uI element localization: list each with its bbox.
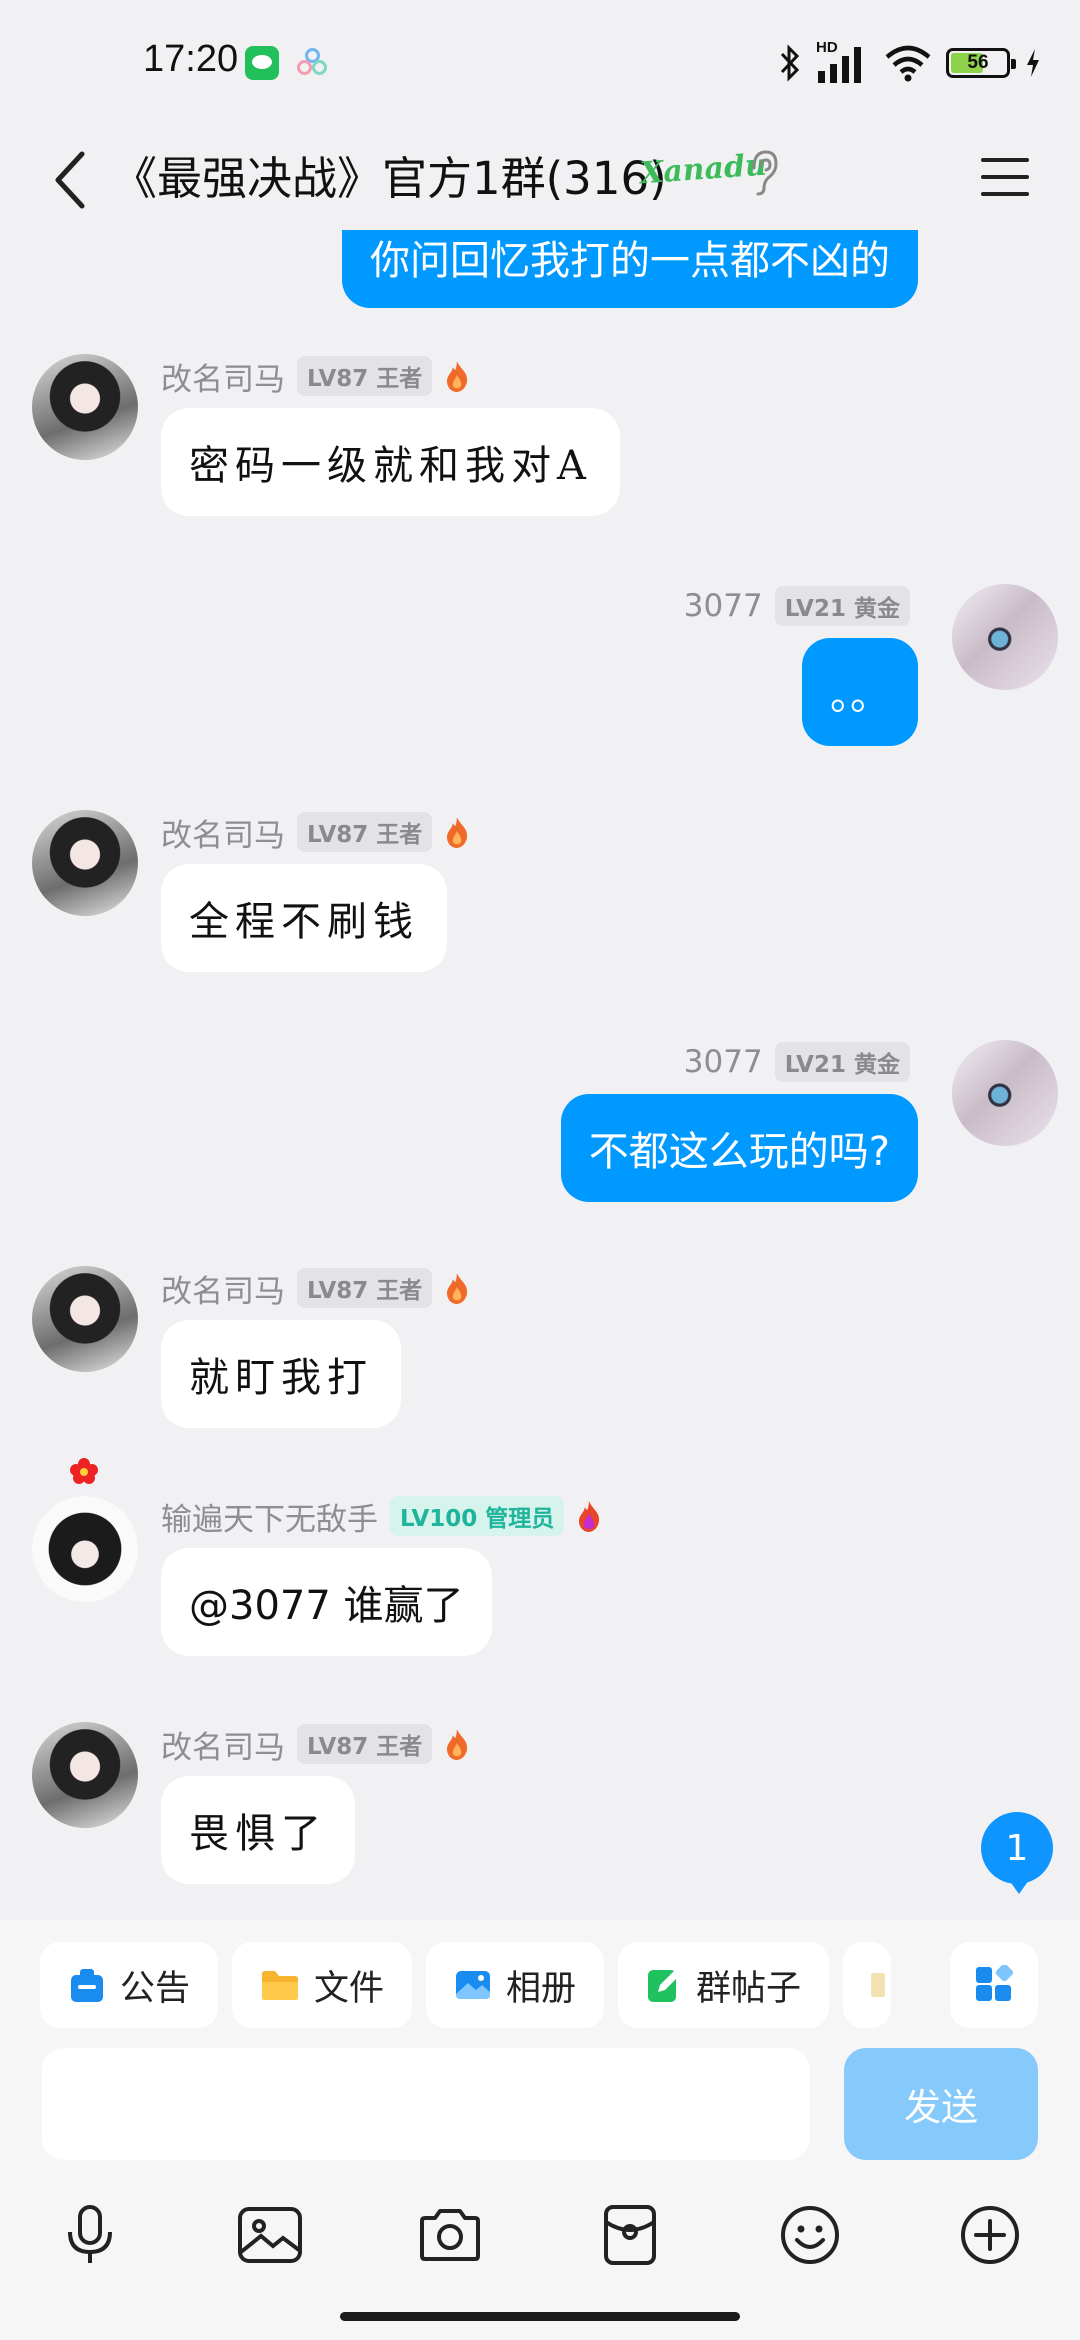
message-input[interactable] [42, 2048, 810, 2160]
image-icon [238, 2207, 302, 2263]
level-badge: LV21 黄金 [774, 1042, 910, 1082]
send-button[interactable]: 发送 [844, 2048, 1038, 2160]
chevron-left-icon [55, 151, 85, 209]
flame-icon [579, 1501, 600, 1532]
message-list[interactable]: 你问回忆我打的一点都不凶的 改名司马 LV87 王者 密码一级就和我对A 307… [0, 230, 1080, 1920]
avatar[interactable] [32, 354, 138, 460]
composer-panel: 公告 文件 相册 群帖子 发送 [0, 1920, 1080, 2340]
voice-button[interactable] [45, 2190, 135, 2280]
sender-line: 改名司马 LV87 王者 [161, 354, 470, 399]
level-badge: LV87 王者 [297, 812, 433, 852]
app-notification-icon [296, 46, 330, 80]
sender-name[interactable]: 改名司马 [161, 1266, 285, 1311]
input-toolbar [0, 2190, 1080, 2280]
message-bubble[interactable]: @3077 谁赢了 [161, 1548, 492, 1656]
back-button[interactable] [30, 138, 110, 222]
apps-grid-icon [976, 1965, 1014, 2001]
message-bubble[interactable]: 就盯我打 [161, 1320, 401, 1428]
emoji-button[interactable] [765, 2190, 855, 2280]
sender-name[interactable]: 改名司马 [161, 810, 285, 855]
announcement-icon [71, 1969, 103, 2002]
group-posts-button[interactable]: 群帖子 [618, 1942, 830, 2028]
more-button[interactable] [945, 2190, 1035, 2280]
microphone-icon [68, 2205, 112, 2263]
camera-icon [420, 2209, 480, 2261]
level-badge: LV87 王者 [297, 1268, 433, 1308]
emoji-icon [781, 2206, 839, 2264]
sender-line: 输遍天下无敌手 LV100 管理员 [161, 1494, 602, 1539]
avatar[interactable] [32, 1722, 138, 1828]
message-bubble[interactable]: 全程不刷钱 [161, 864, 447, 972]
battery-icon: 56 [946, 48, 1016, 78]
wifi-icon [885, 45, 931, 82]
wechat-notification-icon [245, 46, 279, 80]
level-badge: LV87 王者 [297, 1724, 433, 1764]
avatar[interactable] [32, 1266, 138, 1372]
charging-icon [1027, 49, 1039, 77]
avatar[interactable] [952, 1040, 1058, 1146]
flame-icon [447, 1729, 468, 1760]
sender-name[interactable]: 改名司马 [161, 1722, 285, 1767]
menu-button[interactable] [975, 142, 1035, 212]
message-bubble[interactable]: 。。 [802, 638, 918, 746]
announcement-button[interactable]: 公告 [40, 1942, 219, 2028]
message-bubble[interactable]: 密码一级就和我对A [161, 408, 620, 516]
folder-icon [262, 1971, 299, 2000]
flame-icon [447, 1273, 468, 1304]
sender-name[interactable]: 输遍天下无敌手 [161, 1494, 378, 1539]
avatar[interactable] [32, 810, 138, 916]
image-button[interactable] [225, 2190, 315, 2280]
plus-icon [961, 2206, 1019, 2264]
home-indicator[interactable] [340, 2312, 740, 2321]
flame-icon [447, 817, 468, 848]
sender-name[interactable]: 3077 [684, 588, 763, 624]
red-packet-icon [604, 2205, 656, 2265]
flame-icon [447, 361, 468, 392]
shortcut-label: 文件 [314, 1968, 385, 2009]
post-icon [648, 1970, 680, 2002]
status-time: 17:20 [143, 38, 239, 80]
album-button[interactable]: 相册 [426, 1942, 605, 2028]
sender-name[interactable]: 改名司马 [161, 354, 285, 399]
sender-line: 改名司马 LV87 王者 [161, 810, 470, 855]
ear-mode-icon[interactable] [748, 148, 780, 198]
apps-button[interactable] [950, 1942, 1038, 2028]
avatar[interactable] [32, 1496, 138, 1602]
sender-name[interactable]: 3077 [684, 1044, 763, 1080]
level-badge: LV21 黄金 [774, 586, 910, 626]
group-title[interactable]: 《最强决战》官方1群(316) [112, 142, 667, 207]
shortcut-label: 群帖子 [696, 1968, 802, 2009]
message-bubble[interactable]: 你问回忆我打的一点都不凶的 [342, 230, 918, 308]
group-shortcuts: 公告 文件 相册 群帖子 [40, 1942, 940, 2030]
unread-count-badge[interactable]: 1 [981, 1812, 1053, 1894]
flower-icon [70, 1458, 98, 1484]
shortcut-label: 公告 [120, 1968, 191, 2009]
sender-line: 3077 LV21 黄金 [684, 586, 910, 626]
level-badge: LV100 管理员 [390, 1496, 565, 1536]
level-badge: LV87 王者 [297, 356, 433, 396]
files-button[interactable]: 文件 [232, 1942, 413, 2028]
camera-button[interactable] [405, 2190, 495, 2280]
shortcut-label: 相册 [506, 1968, 577, 2009]
album-icon [456, 1971, 491, 1999]
avatar[interactable] [952, 584, 1058, 690]
more-shortcut-chip[interactable] [843, 1942, 892, 2028]
chat-header: 《最强决战》官方1群(316) Xanadu [0, 130, 1080, 230]
cellular-signal-icon: HD [816, 39, 870, 83]
status-bar: 17:20 HD 56 [0, 0, 1080, 130]
message-bubble[interactable]: 不都这么玩的吗? [560, 1094, 918, 1202]
sender-line: 改名司马 LV87 王者 [161, 1722, 470, 1767]
file-icon [871, 1973, 886, 1997]
sender-line: 改名司马 LV87 王者 [161, 1266, 470, 1311]
network-type-label: HD [816, 39, 838, 56]
sender-line: 3077 LV21 黄金 [684, 1042, 910, 1082]
battery-level: 56 [967, 52, 989, 73]
message-bubble[interactable]: 畏惧了 [161, 1776, 355, 1884]
red-packet-button[interactable] [585, 2190, 675, 2280]
bluetooth-icon [780, 44, 800, 82]
